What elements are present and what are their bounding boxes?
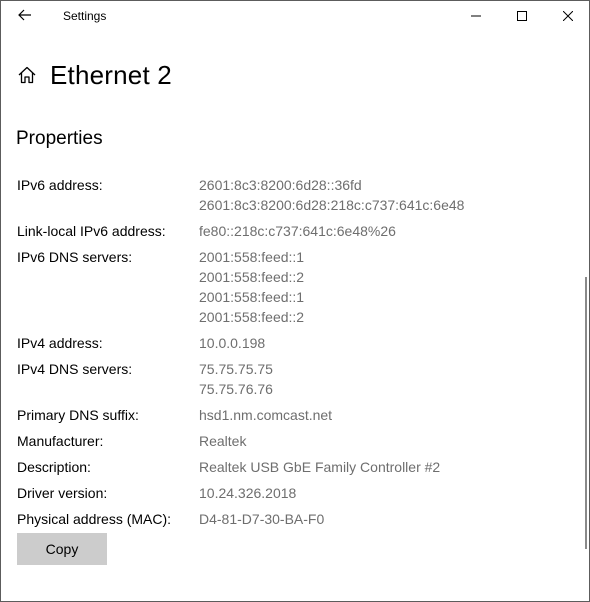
property-row: IPv6 address: 2601:8c3:8200:6d28::36fd 260…	[17, 175, 557, 215]
property-values: 2601:8c3:8200:6d28::36fd2601:8c3:8200:6d…	[199, 175, 464, 215]
property-label: Description:	[17, 459, 91, 475]
property-label: IPv6 DNS servers:	[17, 249, 133, 265]
property-values: 10.0.0.198	[199, 333, 265, 353]
maximize-icon	[517, 8, 527, 26]
property-row: Description: Realtek USB GbE Family Contr…	[17, 457, 557, 477]
property-value: Realtek USB GbE Family Controller #2	[199, 459, 441, 475]
property-values: D4-81-D7-30-BA-F0	[199, 509, 324, 529]
maximize-button[interactable]	[499, 1, 545, 33]
property-value: Realtek	[199, 433, 247, 449]
close-button[interactable]	[545, 1, 589, 33]
property-label: Manufacturer:	[17, 433, 104, 449]
property-label: Physical address (MAC):	[17, 511, 172, 527]
copy-button[interactable]: Copy	[17, 533, 107, 565]
property-values: fe80::218c:c737:641c:6e48%26	[199, 221, 396, 241]
property-label: Link-local IPv6 address:	[17, 223, 166, 239]
property-value: hsd1.nm.comcast.net	[199, 407, 333, 423]
scrollbar[interactable]	[585, 277, 587, 549]
property-row: Driver version: 10.24.326.2018	[17, 483, 557, 503]
property-row: Link-local IPv6 address: fe80::218c:c737:…	[17, 221, 557, 241]
settings-window: Settings Ethernet 2 Properties IPv6 addr…	[0, 0, 590, 602]
property-value: 75.75.76.76	[199, 381, 273, 397]
property-value: 2001:558:feed::1	[199, 249, 305, 265]
property-value: 2001:558:feed::2	[199, 269, 305, 285]
property-values: hsd1.nm.comcast.net	[199, 405, 332, 425]
property-value: 10.0.0.198	[199, 335, 266, 351]
property-label: IPv4 DNS servers:	[17, 361, 133, 377]
property-row: IPv6 DNS servers: 2001:558:feed::1 2001:55…	[17, 247, 557, 327]
back-arrow-icon	[18, 8, 32, 26]
section-title: Properties	[16, 128, 103, 149]
property-values: 75.75.75.75 75.75.76.76	[199, 359, 273, 399]
property-row: Manufacturer: Realtek	[17, 431, 557, 451]
properties-list: IPv6 address: 2601:8c3:8200:6d28::36fd 260…	[17, 175, 557, 535]
property-value: 10.24.326.2018	[199, 485, 297, 501]
property-values: Realtek USB GbE Family Controller #2	[199, 457, 440, 477]
property-label: IPv4 address:	[17, 335, 103, 351]
minimize-button[interactable]	[453, 1, 499, 33]
page-title: Ethernet 2	[50, 59, 172, 90]
property-row: Physical address (MAC): D4-81-D7-30-BA-F0	[17, 509, 557, 529]
property-values: 2001:558:feed::1 2001:558:feed::2 2001:558…	[199, 247, 304, 327]
property-values: Realtek	[199, 431, 246, 451]
close-icon	[562, 8, 574, 26]
property-row: Primary DNS suffix: hsd1.nm.comcast.net	[17, 405, 557, 425]
home-icon[interactable]	[17, 65, 37, 85]
property-values: 10.24.326.2018	[199, 483, 296, 503]
title-bar: Settings	[1, 1, 589, 33]
property-value: 2001:558:feed::1	[199, 289, 305, 305]
property-value: 75.75.75.75	[199, 361, 273, 377]
property-label: IPv6 address:	[17, 177, 103, 193]
property-value: 2601:8c3:8200:6d28:218c:c737:641c:6e48	[199, 197, 465, 213]
minimize-icon	[471, 8, 481, 26]
property-value: fe80::218c:c737:641c:6e48%26	[199, 223, 396, 239]
property-value: 2001:558:feed::2	[199, 309, 305, 325]
window-title: Settings	[63, 9, 107, 23]
property-row: IPv4 DNS servers: 75.75.75.75 75.75.76.76	[17, 359, 557, 399]
property-label: Primary DNS suffix:	[17, 407, 139, 423]
property-row: IPv4 address: 10.0.0.198	[17, 333, 557, 353]
page-header: Ethernet 2	[17, 57, 172, 93]
property-label: Driver version:	[17, 485, 108, 501]
property-value: 2601:8c3:8200:6d28::36fd	[199, 177, 362, 193]
property-value: D4-81-D7-30-BA-F0	[199, 511, 325, 527]
back-button[interactable]	[5, 1, 45, 33]
